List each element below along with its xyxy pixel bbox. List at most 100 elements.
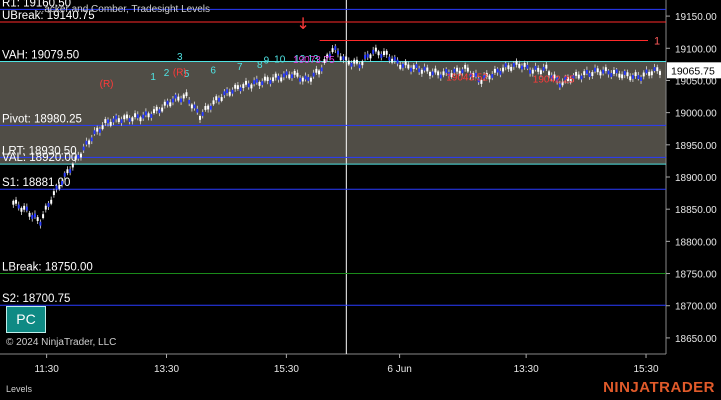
candle-body	[312, 72, 315, 77]
candle-body	[269, 80, 272, 84]
count-label: 10	[274, 54, 286, 65]
candle-body	[250, 84, 253, 89]
candle-body	[125, 114, 128, 119]
candle-body	[174, 94, 177, 99]
time-tick-label: 6 Jun	[387, 364, 411, 375]
candle-body	[15, 199, 18, 204]
candle-body	[263, 76, 266, 81]
candle-body	[293, 70, 296, 75]
level-label: Pivot: 18980.25	[2, 113, 82, 125]
candle-body	[642, 72, 645, 77]
count-label: (R)	[173, 67, 187, 78]
candle-body	[288, 74, 291, 79]
candle-body	[272, 77, 275, 82]
candle-body	[656, 67, 659, 72]
time-tick-label: 15:30	[634, 364, 659, 375]
candle-body	[220, 97, 223, 101]
candle-body	[318, 70, 321, 75]
candle-body	[331, 48, 334, 53]
candle-body	[355, 59, 358, 64]
candle-body	[507, 65, 510, 70]
candle-body	[66, 169, 69, 174]
candle-body	[388, 56, 391, 61]
down-arrow-icon: ↓	[296, 14, 309, 33]
candle-body	[493, 68, 496, 73]
price-tick-label: 18750.00	[675, 270, 717, 281]
ninjatrader-logo: NINJATRADER	[603, 379, 715, 396]
candle-body	[204, 105, 207, 110]
candle-body	[155, 106, 158, 111]
candle-body	[180, 98, 183, 103]
candle-body	[534, 65, 537, 70]
candle-body	[63, 172, 66, 177]
candle-body	[285, 71, 288, 76]
count-label: 8	[257, 60, 263, 71]
candle-body	[336, 50, 339, 55]
candle-body	[491, 74, 494, 78]
candle-body	[623, 71, 626, 75]
count-label: 6	[210, 65, 216, 76]
price-tick-label: 18900.00	[675, 173, 717, 184]
candle-body	[90, 137, 93, 142]
level-label: VAH: 19079.50	[2, 49, 79, 61]
candle-body	[266, 77, 269, 82]
candle-body	[144, 111, 147, 116]
candle-body	[488, 75, 491, 80]
candle-body	[139, 117, 142, 122]
candle-body	[261, 81, 264, 86]
candle-body	[599, 71, 602, 76]
price-tick-label: 18650.00	[675, 334, 717, 345]
candle-body	[196, 108, 199, 113]
candle-body	[410, 67, 413, 72]
candle-body	[301, 77, 304, 82]
candle-body	[499, 70, 502, 75]
candle-body	[610, 73, 613, 77]
candle-body	[242, 84, 245, 89]
candle-body	[39, 221, 42, 226]
candle-body	[315, 68, 318, 73]
candle-body	[412, 65, 415, 70]
candle-body	[253, 80, 256, 85]
candle-body	[234, 84, 237, 89]
candle-body	[277, 75, 280, 80]
candle-body	[169, 102, 172, 107]
candle-body	[380, 54, 383, 58]
candle-body	[71, 163, 74, 168]
candle-body	[423, 66, 426, 71]
candle-body	[648, 71, 651, 76]
candle-body	[529, 69, 532, 74]
candle-body	[496, 68, 499, 73]
candle-body	[602, 69, 605, 74]
price-tick-label: 18700.00	[675, 302, 717, 313]
pc-button[interactable]: PC	[6, 306, 46, 333]
candle-body	[255, 78, 258, 83]
candle-body	[50, 199, 53, 204]
level-label: VAL: 18920.00	[2, 152, 77, 164]
candle-body	[304, 75, 307, 80]
candle-body	[640, 77, 643, 81]
candle-body	[545, 64, 548, 69]
candle-body	[418, 68, 421, 73]
candle-body	[434, 68, 437, 73]
count-label: 1	[150, 72, 156, 83]
count-label: 9	[264, 56, 270, 67]
candle-body	[437, 71, 440, 76]
candle-body	[182, 94, 185, 99]
candle-body	[407, 64, 410, 69]
candle-body	[596, 68, 599, 73]
candle-body	[245, 80, 248, 85]
candle-body	[426, 67, 429, 72]
candle-body	[542, 66, 545, 71]
candle-body	[12, 200, 15, 205]
candle-body	[466, 67, 469, 72]
price-annotation: 19043.52	[446, 72, 488, 83]
candle-body	[604, 67, 607, 72]
candle-body	[142, 114, 145, 119]
count-label: 2	[164, 68, 170, 79]
candle-body	[158, 109, 161, 114]
candle-body	[502, 67, 505, 72]
candle-body	[415, 64, 418, 68]
time-tick-label: 13:30	[154, 364, 179, 375]
candle-body	[347, 60, 350, 65]
candle-body	[36, 217, 39, 221]
